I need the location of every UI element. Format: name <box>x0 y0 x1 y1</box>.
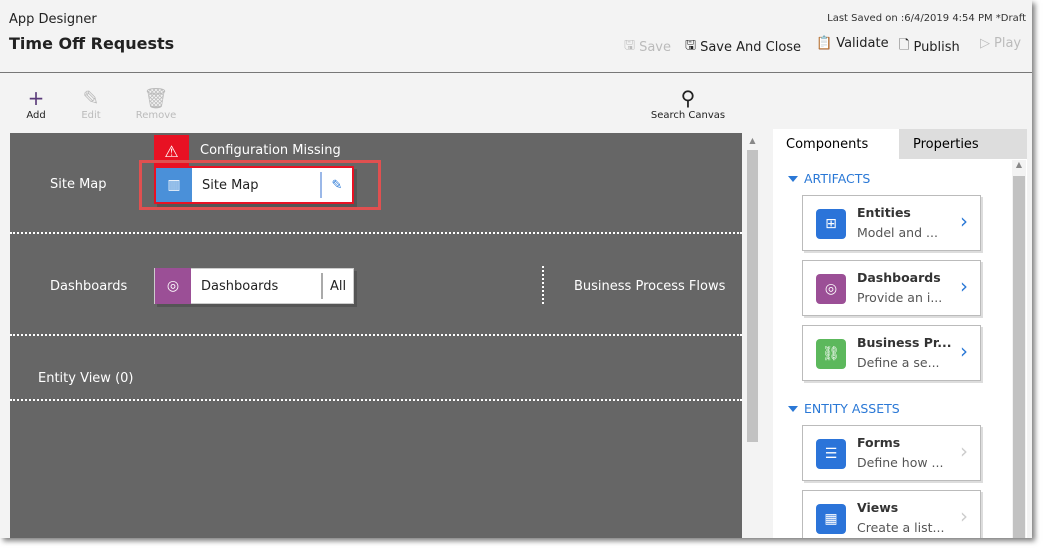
search-canvas-button[interactable]: ⚲ Search Canvas <box>648 88 728 121</box>
process-flow-icon: ⛓ <box>816 339 846 369</box>
header-divider <box>0 72 1032 73</box>
component-views[interactable]: ▦ Views Create a list... › <box>802 490 981 538</box>
remove-button[interactable]: 🗑 Remove <box>130 88 182 121</box>
configuration-warning: Configuration Missing <box>200 143 341 158</box>
component-business-process[interactable]: ⛓ Business Pr... Define a se... › <box>802 325 981 381</box>
section-artifacts[interactable]: ARTIFACTS <box>788 171 870 186</box>
dashboards-label: Dashboards <box>50 279 128 294</box>
play-button[interactable]: ▷ Play <box>980 36 1021 51</box>
dashboard-icon: ◎ <box>816 274 846 304</box>
page-title: Time Off Requests <box>9 34 175 53</box>
app-title: App Designer <box>9 12 97 27</box>
search-icon: ⚲ <box>680 86 696 110</box>
form-icon: ☰ <box>816 439 846 469</box>
chevron-right-icon: › <box>960 504 968 528</box>
chevron-right-icon: › <box>960 209 968 233</box>
section-entity-assets[interactable]: ENTITY ASSETS <box>788 401 900 416</box>
chevron-right-icon: › <box>960 274 968 298</box>
trash-icon: 🗑 <box>143 86 169 110</box>
component-dashboards[interactable]: ◎ Dashboards Provide an i... › <box>802 260 981 316</box>
edit-site-map-button[interactable]: ✎ <box>320 172 352 198</box>
scroll-thumb[interactable] <box>1013 176 1025 538</box>
caret-down-icon <box>788 175 798 182</box>
entities-icon: ⊞ <box>816 209 846 239</box>
tab-components[interactable]: Components <box>773 129 899 159</box>
map-icon: ▥ <box>156 168 192 202</box>
save-button[interactable]: 🖫 Save <box>624 36 671 58</box>
play-icon: ▷ <box>980 36 990 51</box>
section-divider <box>10 399 742 401</box>
save-and-close-button[interactable]: 🖫 Save And Close <box>685 36 801 58</box>
save-close-icon: 🖫 <box>685 38 697 53</box>
caret-down-icon <box>788 405 798 412</box>
designer-canvas: ⚠ Configuration Missing Site Map ▥ Site … <box>10 133 742 538</box>
dashboards-card[interactable]: ◎ Dashboards All <box>154 268 354 304</box>
add-button[interactable]: + Add <box>16 88 56 121</box>
canvas-scrollbar[interactable]: ▲ <box>745 136 760 536</box>
site-map-label: Site Map <box>50 177 107 192</box>
scroll-up-icon[interactable]: ▲ <box>745 136 760 145</box>
pencil-icon: ✎ <box>82 86 100 110</box>
save-icon: 🖫 <box>624 38 636 53</box>
last-saved-status: Last Saved on :6/4/2019 4:54 PM *Draft <box>827 13 1026 24</box>
dashboard-icon: ◎ <box>155 268 191 304</box>
panel-scrollbar[interactable]: ▲ <box>1012 160 1026 538</box>
entity-view-label: Entity View (0) <box>38 371 134 386</box>
validate-button[interactable]: 📋 Validate <box>816 36 889 51</box>
scroll-up-icon[interactable]: ▲ <box>1012 160 1026 169</box>
edit-button[interactable]: ✎ Edit <box>71 88 111 121</box>
plus-icon: + <box>27 86 45 110</box>
component-forms[interactable]: ☰ Forms Define how ... › <box>802 425 981 481</box>
components-panel: Components Properties ARTIFACTS ⊞ Entitie… <box>773 129 1027 538</box>
publish-icon: 🗋 <box>899 38 910 53</box>
section-divider <box>10 232 742 234</box>
clipboard-icon: 📋 <box>816 36 833 51</box>
component-entities[interactable]: ⊞ Entities Model and ... › <box>802 195 981 251</box>
scroll-thumb[interactable] <box>747 150 758 442</box>
site-map-card[interactable]: ▥ Site Map ✎ <box>154 166 354 204</box>
chevron-right-icon: › <box>960 339 968 363</box>
chevron-right-icon: › <box>960 439 968 463</box>
column-divider <box>542 266 544 304</box>
bpf-label: Business Process Flows <box>574 279 726 294</box>
grid-icon: ▦ <box>816 504 846 534</box>
section-divider <box>10 334 742 336</box>
dashboards-all-button[interactable]: All <box>321 273 353 299</box>
app-designer-window: App Designer Time Off Requests Last Save… <box>0 0 1032 538</box>
publish-button[interactable]: 🗋 Publish <box>899 36 960 58</box>
tab-properties[interactable]: Properties <box>899 129 1027 159</box>
